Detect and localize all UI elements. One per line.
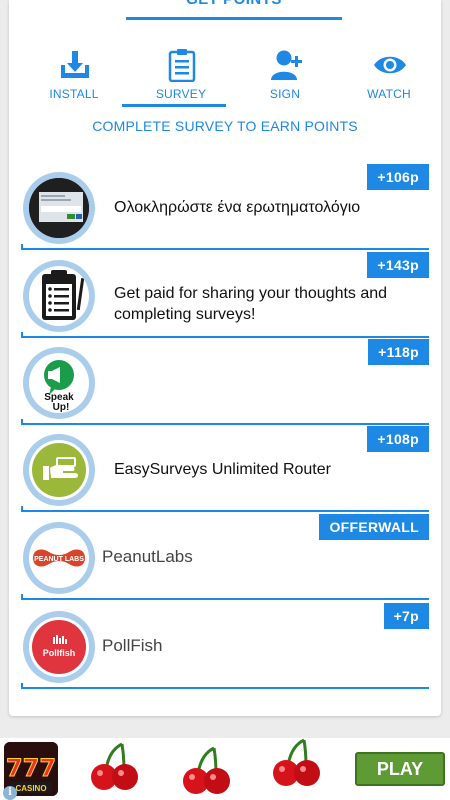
- offer-divider: [21, 248, 429, 250]
- pollfish-logo-text: Pollfish: [43, 648, 76, 658]
- ad-banner[interactable]: 777 CASINO PLAY i: [0, 738, 450, 800]
- offer-title: PeanutLabs: [102, 547, 193, 566]
- cherry-icon: [91, 742, 138, 790]
- offer-item[interactable]: OFFERWALL PEANUT LABS PeanutLabs: [21, 514, 429, 600]
- offer-item[interactable]: +108p EasySurveys Unlimited Router: [21, 426, 429, 512]
- points-badge: +106p: [367, 164, 429, 190]
- clipboard-checklist-icon: [29, 266, 89, 326]
- hand-money-icon: [29, 440, 89, 500]
- points-badge: +143p: [367, 252, 429, 278]
- tab-sign[interactable]: SIGN: [235, 48, 335, 106]
- points-badge: +7p: [383, 603, 429, 629]
- peanut-labs-logo-text: PEANUT LABS: [34, 556, 84, 563]
- tab-survey-label: SURVEY: [155, 87, 207, 101]
- offerwall-badge: OFFERWALL: [319, 514, 429, 540]
- offer-icon-ring: Speak Up!: [23, 347, 95, 419]
- offer-icon-ring: [23, 260, 95, 332]
- points-badge: +108p: [367, 426, 429, 452]
- offer-divider: [21, 336, 429, 338]
- tab-watch-label: WATCH: [367, 87, 411, 101]
- tab-survey[interactable]: SURVEY: [131, 48, 231, 106]
- cherry-icon: [273, 738, 320, 786]
- offer-icon-ring: PEANUT LABS: [23, 522, 95, 594]
- offer-divider: [21, 423, 429, 425]
- download-icon: [61, 51, 89, 78]
- offer-title: Get paid for sharing your thoughts and c…: [114, 285, 388, 323]
- offer-item[interactable]: +143p Get paid for sharing your thoughts…: [21, 252, 429, 338]
- survey-subtitle: COMPLETE SURVEY TO EARN POINTS: [92, 118, 358, 134]
- offer-divider: [21, 510, 429, 512]
- speak-up-logo: Speak Up!: [29, 353, 89, 413]
- add-user-icon: [271, 50, 302, 80]
- points-badge: +118p: [368, 339, 429, 365]
- offer-item[interactable]: +106p Ολοκληρώστε ένα ερωτηματολόγιο: [21, 164, 429, 250]
- get-points-card: GET POINTS INSTALL SURVEY: [9, 0, 441, 716]
- svg-text:777: 777: [6, 754, 56, 782]
- speak-up-text-line2: Up!: [53, 402, 70, 413]
- tab-install-label: INSTALL: [49, 87, 99, 101]
- peanut-labs-logo: PEANUT LABS: [29, 528, 89, 588]
- offer-title: EasySurveys Unlimited Router: [114, 461, 331, 478]
- ad-info-icon[interactable]: i: [3, 786, 17, 800]
- eye-icon: [374, 56, 406, 74]
- offer-item[interactable]: +7p Pollfish PollFish: [21, 603, 429, 689]
- offer-item[interactable]: +118p Speak Up!: [21, 339, 429, 425]
- offer-divider: [21, 687, 429, 689]
- tab-bar: INSTALL SURVEY SIGN WATCH: [24, 48, 439, 108]
- tab-sign-label: SIGN: [269, 87, 301, 101]
- survey-screenshot-icon: [29, 178, 89, 238]
- offer-icon-ring: [23, 434, 95, 506]
- play-button[interactable]: PLAY: [355, 752, 445, 786]
- active-tab-indicator: [122, 104, 226, 107]
- offer-icon-ring: [23, 172, 95, 244]
- cherry-icon: [183, 746, 230, 794]
- offer-title: PollFish: [102, 636, 163, 655]
- clipboard-icon: [168, 49, 196, 82]
- title-underline: [126, 17, 342, 20]
- offer-divider: [21, 598, 429, 600]
- tab-install[interactable]: INSTALL: [24, 48, 124, 106]
- casino-label: CASINO: [15, 784, 46, 793]
- offer-title: Ολοκληρώστε ένα ερωτηματολόγιο: [114, 199, 361, 216]
- tab-watch[interactable]: WATCH: [339, 48, 439, 106]
- pollfish-logo: Pollfish: [29, 617, 89, 677]
- offer-icon-ring: Pollfish: [23, 611, 95, 683]
